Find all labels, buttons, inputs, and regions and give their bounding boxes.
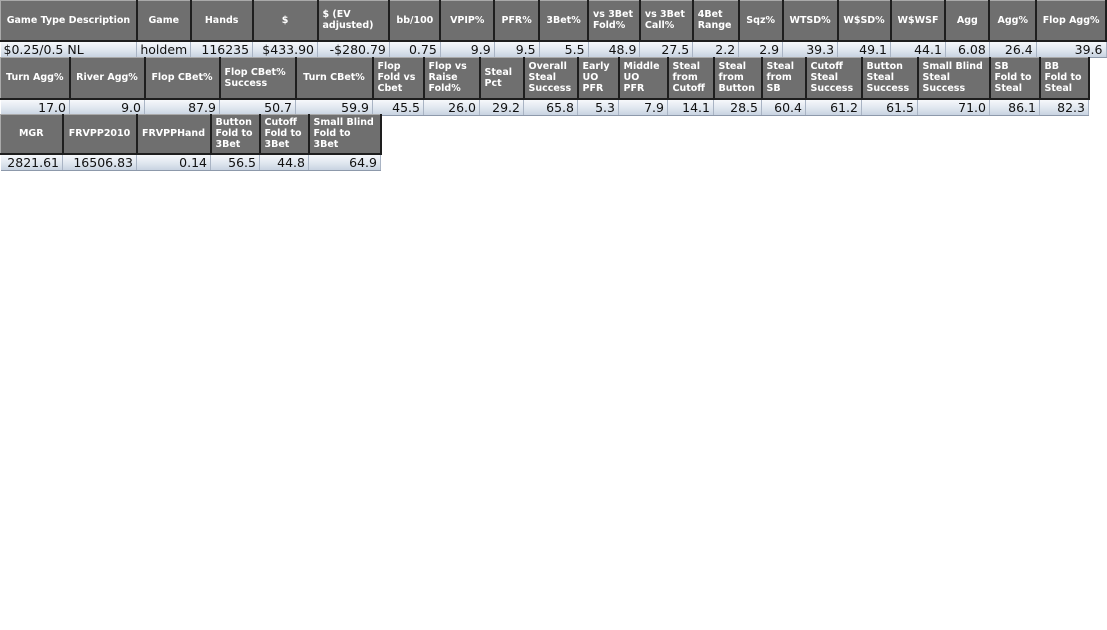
- cell-overall-steal-success: 65.8: [523, 98, 578, 116]
- col-header-flop-agg[interactable]: Flop Agg%: [1035, 0, 1107, 42]
- col-header-bb-per-100[interactable]: bb/100: [388, 0, 442, 42]
- col-header-game-type-description[interactable]: Game Type Description: [0, 0, 138, 42]
- col-header-overall-steal-success[interactable]: Overall Steal Success: [523, 57, 579, 100]
- cell-steal-from-cutoff: 14.1: [667, 98, 714, 116]
- col-header-steal-from-cutoff[interactable]: Steal from Cutoff: [667, 57, 715, 100]
- col-header-flop-fold-vs-cbet[interactable]: Flop Fold vs Cbet: [372, 57, 425, 100]
- col-header-flop-cbet[interactable]: Flop CBet%: [144, 57, 221, 100]
- stats-table-2: Turn Agg% River Agg% Flop CBet% Flop CBe…: [0, 57, 1090, 116]
- cell-game-type-description: $0.25/0.5 NL: [0, 40, 138, 58]
- col-header-small-blind-fold-to-3bet[interactable]: Small Blind Fold to 3Bet: [308, 114, 382, 155]
- cell-flop-cbet: 87.9: [144, 98, 220, 116]
- col-header-turn-cbet[interactable]: Turn CBet%: [295, 57, 374, 100]
- cell-vpip: 9.9: [440, 40, 495, 58]
- stats-table-1: Game Type Description Game Hands $ $ (EV…: [0, 0, 1107, 58]
- col-header-steal-pct[interactable]: Steal Pct: [479, 57, 525, 100]
- col-header-button-steal-success[interactable]: Button Steal Success: [861, 57, 919, 100]
- col-header-wtsd[interactable]: WTSD%: [782, 0, 839, 42]
- cell-vs-3bet-call: 27.5: [639, 40, 694, 58]
- cell-3bet: 5.5: [539, 40, 589, 58]
- col-header-ev-adjusted[interactable]: $ (EV adjusted): [317, 0, 391, 42]
- cell-wsd: 49.1: [837, 40, 892, 58]
- col-header-sqz[interactable]: Sqz%: [738, 0, 784, 42]
- cell-steal-pct: 29.2: [479, 98, 524, 116]
- cell-middle-uo-pfr: 7.9: [618, 98, 668, 116]
- cell-small-blind-fold-to-3bet: 64.9: [308, 153, 381, 171]
- col-header-vs-3bet-call[interactable]: vs 3Bet Call%: [639, 0, 694, 42]
- cell-cutoff-steal-success: 61.2: [805, 98, 862, 116]
- cell-agg: 6.08: [945, 40, 990, 58]
- col-header-agg-pct[interactable]: Agg%: [988, 0, 1038, 42]
- col-header-wsd[interactable]: W$SD%: [837, 0, 892, 42]
- table-row[interactable]: $0.25/0.5 NL holdem 116235 $433.90 -$280…: [0, 40, 1107, 58]
- col-header-bb-fold-to-steal[interactable]: BB Fold to Steal: [1039, 57, 1090, 100]
- cell-hands: 116235: [190, 40, 254, 58]
- col-header-frvpp2010[interactable]: FRVPP2010: [62, 114, 138, 155]
- cell-flop-fold-vs-cbet: 45.5: [372, 98, 424, 116]
- col-header-middle-uo-pfr[interactable]: Middle UO PFR: [618, 57, 669, 100]
- cell-button-steal-success: 61.5: [861, 98, 918, 116]
- header-row: MGR FRVPP2010 FRVPPHand Button Fold to 3…: [0, 114, 382, 155]
- cell-pfr: 9.5: [494, 40, 540, 58]
- col-header-vs-3bet-fold[interactable]: vs 3Bet Fold%: [587, 0, 641, 42]
- header-row: Turn Agg% River Agg% Flop CBet% Flop CBe…: [0, 57, 1090, 100]
- cell-early-uo-pfr: 5.3: [577, 98, 619, 116]
- col-header-agg[interactable]: Agg: [944, 0, 991, 42]
- col-header-river-agg[interactable]: River Agg%: [69, 57, 146, 100]
- table-row[interactable]: 17.0 9.0 87.9 50.7 59.9 45.5 26.0 29.2 6…: [0, 98, 1089, 116]
- col-header-pfr[interactable]: PFR%: [493, 0, 541, 42]
- cell-frvpphand: 0.14: [136, 153, 211, 171]
- col-header-sb-fold-to-steal[interactable]: SB Fold to Steal: [989, 57, 1041, 100]
- col-header-early-uo-pfr[interactable]: Early UO PFR: [577, 57, 620, 100]
- col-header-flop-vs-raise-fold[interactable]: Flop vs Raise Fold%: [423, 57, 481, 100]
- cell-ev-adjusted: -$280.79: [317, 40, 390, 58]
- col-header-mgr[interactable]: MGR: [0, 114, 64, 155]
- cell-frvpp2010: 16506.83: [62, 153, 137, 171]
- cell-dollars: $433.90: [252, 40, 318, 58]
- cell-flop-cbet-success: 50.7: [219, 98, 296, 116]
- cell-turn-cbet: 59.9: [295, 98, 373, 116]
- cell-mgr: 2821.61: [0, 153, 63, 171]
- cell-cutoff-fold-to-3bet: 44.8: [259, 153, 309, 171]
- table-row[interactable]: 2821.61 16506.83 0.14 56.5 44.8 64.9: [0, 153, 381, 171]
- col-header-wwsf[interactable]: W$WSF: [890, 0, 947, 42]
- col-header-game[interactable]: Game: [136, 0, 192, 42]
- cell-sb-fold-to-steal: 86.1: [989, 98, 1040, 116]
- cell-steal-from-button: 28.5: [713, 98, 762, 116]
- cell-game: holdem: [136, 40, 192, 58]
- stats-table-3: MGR FRVPP2010 FRVPPHand Button Fold to 3…: [0, 114, 382, 171]
- col-header-cutoff-steal-success[interactable]: Cutoff Steal Success: [805, 57, 863, 100]
- cell-agg-pct: 26.4: [989, 40, 1037, 58]
- col-header-cutoff-fold-to-3bet[interactable]: Cutoff Fold to 3Bet: [259, 114, 310, 155]
- col-header-3bet[interactable]: 3Bet%: [538, 0, 590, 42]
- cell-sqz: 2.9: [738, 40, 784, 58]
- cell-steal-from-sb: 60.4: [761, 98, 806, 116]
- cell-wtsd: 39.3: [782, 40, 839, 58]
- header-row: Game Type Description Game Hands $ $ (EV…: [0, 0, 1107, 42]
- cell-vs-3bet-fold: 48.9: [588, 40, 641, 58]
- cell-wwsf: 44.1: [890, 40, 946, 58]
- cell-small-blind-steal-success: 71.0: [917, 98, 990, 116]
- col-header-hands[interactable]: Hands: [190, 0, 254, 42]
- col-header-flop-cbet-success[interactable]: Flop CBet% Success: [219, 57, 297, 100]
- col-header-vpip[interactable]: VPIP%: [439, 0, 496, 42]
- col-header-small-blind-steal-success[interactable]: Small Blind Steal Success: [917, 57, 991, 100]
- col-header-steal-from-sb[interactable]: Steal from SB: [761, 57, 807, 100]
- col-header-steal-from-button[interactable]: Steal from Button: [713, 57, 763, 100]
- col-header-frvpphand[interactable]: FRVPPHand: [136, 114, 212, 155]
- cell-flop-vs-raise-fold: 26.0: [423, 98, 480, 116]
- cell-4bet-range: 2.2: [692, 40, 740, 58]
- cell-bb-per-100: 0.75: [389, 40, 441, 58]
- col-header-button-fold-to-3bet[interactable]: Button Fold to 3Bet: [210, 114, 261, 155]
- cell-flop-agg: 39.6: [1036, 40, 1107, 58]
- cell-river-agg: 9.0: [69, 98, 145, 116]
- cell-button-fold-to-3bet: 56.5: [210, 153, 260, 171]
- col-header-4bet-range[interactable]: 4Bet Range: [692, 0, 740, 42]
- col-header-turn-agg[interactable]: Turn Agg%: [0, 57, 71, 100]
- cell-bb-fold-to-steal: 82.3: [1039, 98, 1089, 116]
- cell-turn-agg: 17.0: [0, 98, 70, 116]
- col-header-dollars[interactable]: $: [252, 0, 319, 42]
